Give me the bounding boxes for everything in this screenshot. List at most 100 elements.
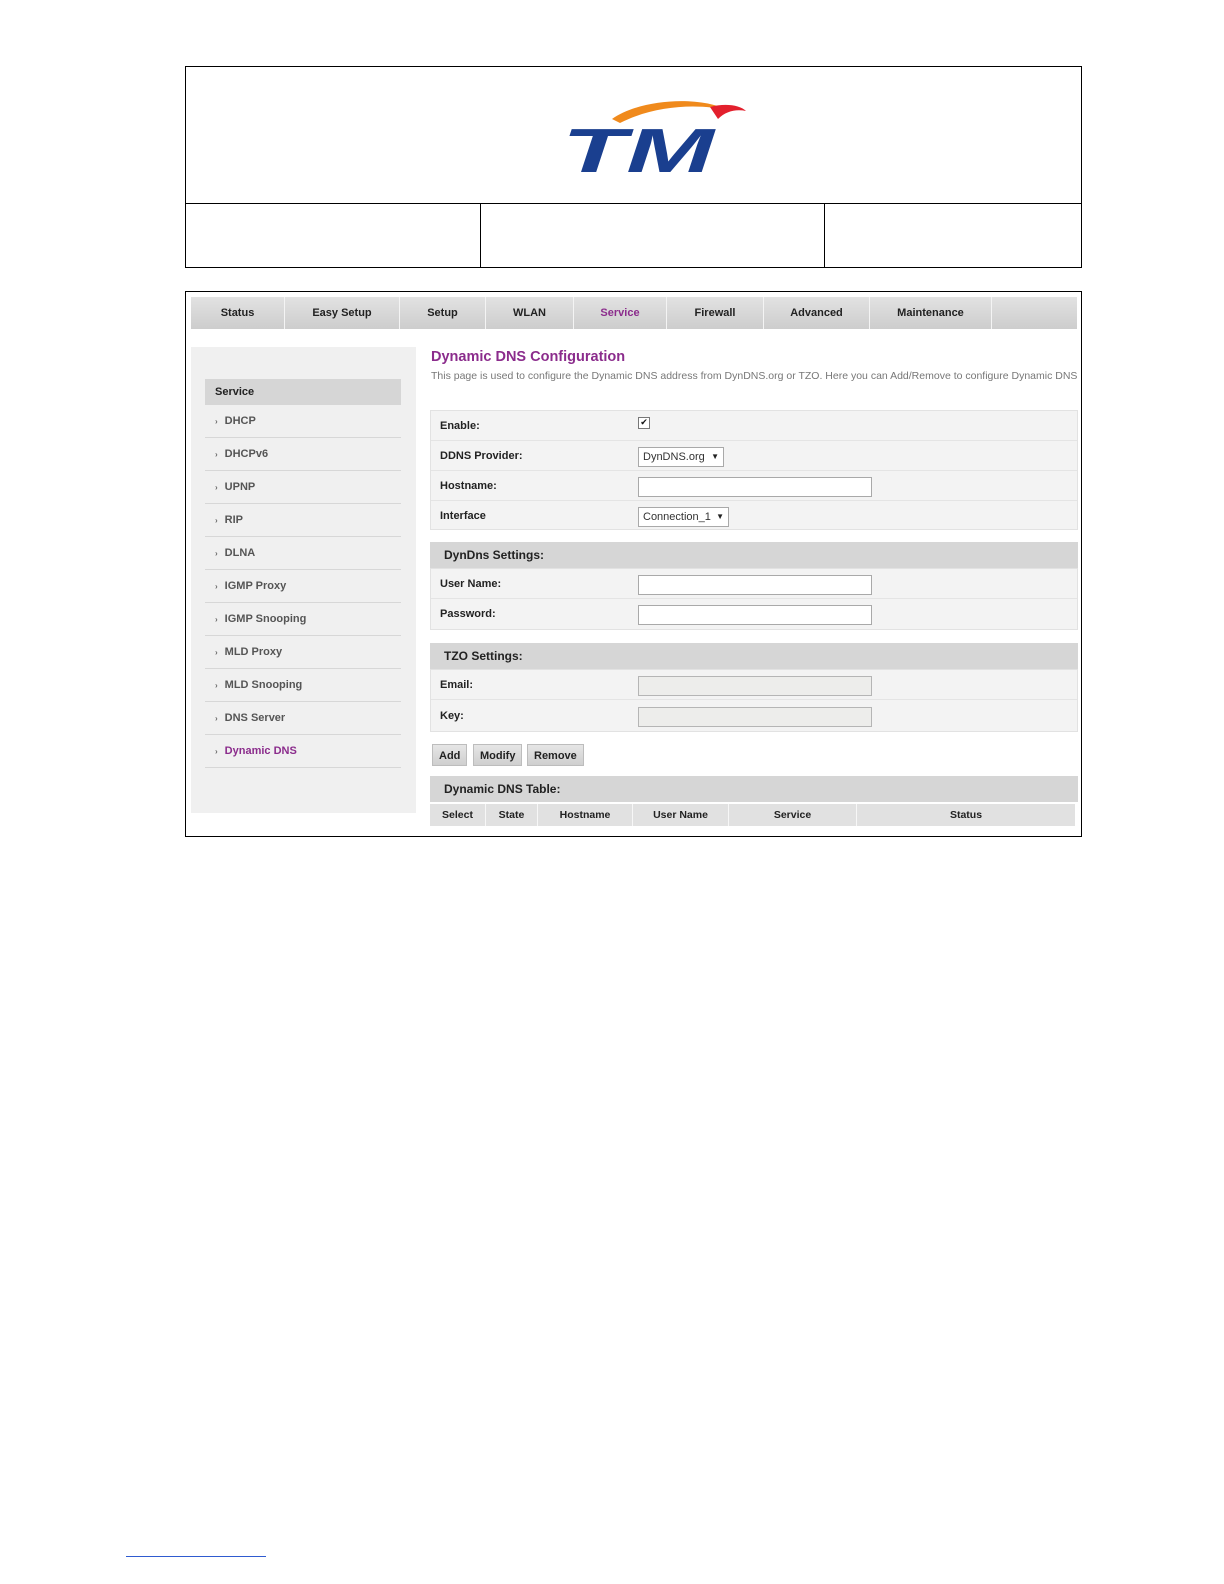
interface-row: Interface Connection_1 ▼	[431, 501, 1077, 531]
column-header-select: Select	[430, 804, 486, 826]
sidebar-item-label: MLD Snooping	[224, 679, 303, 691]
footer-link-underline	[126, 1556, 266, 1557]
tab-service[interactable]: Service	[574, 297, 667, 329]
sidebar-title: Service	[205, 379, 401, 405]
chevron-right-icon: ›	[215, 714, 218, 723]
dynamic-dns-table-heading: Dynamic DNS Table:	[430, 776, 1078, 802]
enable-label: Enable:	[440, 420, 480, 432]
hostname-input[interactable]	[638, 477, 872, 497]
sidebar-item-dns-server[interactable]: › DNS Server	[205, 702, 401, 735]
dyndns-settings-heading: DynDns Settings:	[430, 542, 1078, 568]
sidebar-item-dlna[interactable]: › DLNA	[205, 537, 401, 570]
modify-button[interactable]: Modify	[473, 744, 523, 766]
top-navigation: Status Easy Setup Setup WLAN Service Fir…	[191, 297, 1077, 329]
sidebar-item-label: DHCP	[224, 415, 256, 427]
tab-status[interactable]: Status	[191, 297, 285, 329]
username-row: User Name:	[431, 569, 1077, 599]
header-cell-2	[480, 203, 825, 267]
tab-wlan[interactable]: WLAN	[486, 297, 574, 329]
header-cell-3	[824, 203, 1081, 267]
username-control	[638, 575, 872, 595]
key-input[interactable]	[638, 707, 872, 727]
sidebar-item-label: MLD Proxy	[224, 646, 283, 658]
logo-swoosh-red	[710, 104, 746, 119]
sidebar-list: › DHCP › DHCPv6 › UPNP › RIP › DLNA › IGMP Pro…	[205, 405, 401, 768]
tab-maintenance[interactable]: Maintenance	[870, 297, 992, 329]
sidebar-item-label: RIP	[224, 514, 244, 526]
column-header-state: State	[486, 804, 538, 826]
email-input[interactable]	[638, 676, 872, 696]
header-cell-1	[186, 203, 481, 267]
hostname-row: Hostname:	[431, 471, 1077, 501]
enable-row: Enable: ✔	[431, 411, 1077, 441]
hostname-control	[638, 477, 872, 497]
sidebar-item-label: DNS Server	[224, 712, 286, 724]
hostname-label: Hostname:	[440, 480, 497, 492]
sidebar-item-igmp-snooping[interactable]: › IGMP Snooping	[205, 603, 401, 636]
chevron-right-icon: ›	[215, 648, 218, 657]
sidebar-item-mld-snooping[interactable]: › MLD Snooping	[205, 669, 401, 702]
chevron-right-icon: ›	[215, 483, 218, 492]
sidebar-item-dhcp[interactable]: › DHCP	[205, 405, 401, 438]
sidebar-item-label: IGMP Proxy	[224, 580, 287, 592]
caret-down-icon: ▼	[716, 512, 724, 521]
password-label: Password:	[440, 608, 496, 620]
sidebar-item-upnp[interactable]: › UPNP	[205, 471, 401, 504]
chevron-right-icon: ›	[215, 417, 218, 426]
document-header: TM	[185, 66, 1082, 268]
logo-row: TM	[186, 67, 1081, 204]
username-input[interactable]	[638, 575, 872, 595]
sidebar-item-dhcpv6[interactable]: › DHCPv6	[205, 438, 401, 471]
remove-button[interactable]: Remove	[527, 744, 584, 766]
sidebar-item-igmp-proxy[interactable]: › IGMP Proxy	[205, 570, 401, 603]
column-header-hostname: Hostname	[538, 804, 633, 826]
column-header-status: Status	[949, 809, 983, 821]
general-settings-panel: Enable: ✔ DDNS Provider: DynDNS.org ▼ Ho…	[430, 410, 1078, 530]
email-row: Email:	[431, 670, 1077, 700]
key-label: Key:	[440, 710, 464, 722]
password-input[interactable]	[638, 605, 872, 625]
interface-select[interactable]: Connection_1 ▼	[638, 507, 729, 527]
column-header-user-name: User Name	[633, 804, 729, 826]
ddns-provider-select[interactable]: DynDNS.org ▼	[638, 447, 724, 467]
tab-setup[interactable]: Setup	[400, 297, 486, 329]
tab-advanced[interactable]: Advanced	[764, 297, 870, 329]
tab-easy-setup[interactable]: Easy Setup	[285, 297, 400, 329]
chevron-right-icon: ›	[215, 582, 218, 591]
sidebar-item-label: DHCPv6	[224, 448, 269, 460]
tzo-settings-panel: Email: Key:	[430, 669, 1078, 732]
column-header-service: Service	[729, 804, 857, 826]
sidebar: Service › DHCP › DHCPv6 › UPNP › RIP › DLNA ›…	[191, 347, 416, 813]
username-label: User Name:	[440, 578, 502, 590]
key-row: Key:	[431, 701, 1077, 731]
email-control	[638, 676, 872, 696]
ddns-provider-control: DynDNS.org ▼	[638, 447, 724, 467]
tab-firewall[interactable]: Firewall	[667, 297, 764, 329]
chevron-right-icon: ›	[215, 681, 218, 690]
chevron-right-icon: ›	[215, 516, 218, 525]
sidebar-item-label: IGMP Snooping	[224, 613, 307, 625]
interface-label: Interface	[440, 510, 486, 522]
password-control	[638, 605, 872, 625]
key-control	[638, 707, 872, 727]
chevron-right-icon: ›	[215, 549, 218, 558]
sidebar-item-rip[interactable]: › RIP	[205, 504, 401, 537]
ddns-provider-label: DDNS Provider:	[440, 450, 523, 462]
ddns-provider-value: DynDNS.org	[643, 451, 705, 463]
enable-checkbox[interactable]: ✔	[638, 417, 650, 429]
tm-logo: TM	[562, 101, 746, 177]
router-ui-screenshot: Status Easy Setup Setup WLAN Service Fir…	[185, 291, 1082, 837]
chevron-right-icon: ›	[215, 450, 218, 459]
add-button[interactable]: Add	[432, 744, 468, 766]
sidebar-item-label: DLNA	[224, 547, 256, 559]
logo-text: TM	[562, 117, 716, 177]
sidebar-item-dynamic-dns[interactable]: › Dynamic DNS	[205, 735, 401, 768]
ddns-provider-row: DDNS Provider: DynDNS.org ▼	[431, 441, 1077, 471]
interface-value: Connection_1	[643, 511, 711, 523]
caret-down-icon: ▼	[711, 452, 719, 461]
sidebar-item-label: UPNP	[224, 481, 256, 493]
enable-control: ✔	[638, 415, 650, 429]
page-title: Dynamic DNS Configuration	[431, 349, 626, 365]
sidebar-item-mld-proxy[interactable]: › MLD Proxy	[205, 636, 401, 669]
sidebar-item-label: Dynamic DNS	[224, 745, 297, 757]
